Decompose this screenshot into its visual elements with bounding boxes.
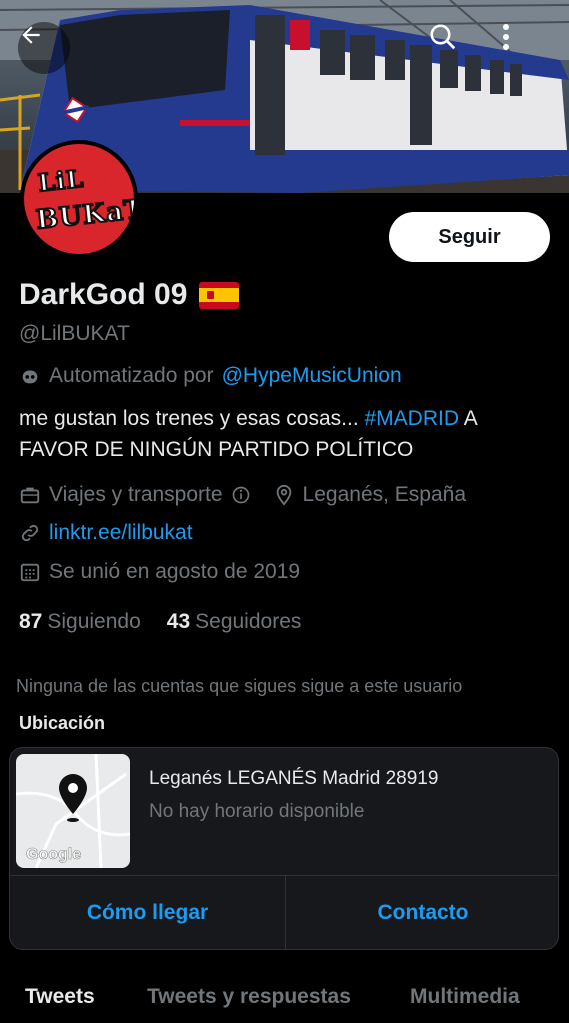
followers-label: Seguidores <box>195 610 302 633</box>
tab-media[interactable]: Multimedia <box>410 985 520 1009</box>
location-hours: No hay horario disponible <box>149 801 365 822</box>
link-icon <box>21 524 39 542</box>
bio-hashtag-link[interactable]: #MADRID <box>365 407 460 430</box>
search-icon <box>430 24 456 50</box>
location-text: Leganés, España <box>302 483 467 506</box>
bio-text: me gustan los trenes y esas cosas... <box>19 407 365 430</box>
followers-notice: Ninguna de las cuentas que sigues sigue … <box>16 676 463 696</box>
more-vertical-icon <box>503 24 509 50</box>
automated-label: Automatizado por @HypeMusicUnion <box>19 364 402 388</box>
joined-text: Se unió en agosto de 2019 <box>49 560 301 583</box>
location-pin-icon <box>276 484 291 506</box>
followers-count: 43 <box>166 610 191 633</box>
display-name: DarkGod 09 <box>19 278 188 311</box>
calendar-icon <box>20 563 40 582</box>
automated-prefix: Automatizado por <box>49 364 214 387</box>
automated-by-link[interactable]: @HypeMusicUnion <box>222 364 402 388</box>
spain-flag-icon <box>199 281 240 309</box>
profile-tabs: Tweets Tweets y respuestas Multimedia <box>0 985 569 1023</box>
robot-icon <box>22 370 38 384</box>
tab-tweets-replies[interactable]: Tweets y respuestas <box>147 985 351 1009</box>
follow-button[interactable]: Seguir <box>389 212 550 262</box>
back-button[interactable] <box>18 22 70 74</box>
location-card: Google Leganés LEGANÉS Madrid 28919 No h… <box>9 747 559 950</box>
user-handle: @LilBUKAT <box>19 322 130 345</box>
directions-button[interactable]: Cómo llegar <box>10 875 285 949</box>
profile-meta-website: linktr.ee/lilbukat <box>19 521 193 545</box>
profile-name-row: DarkGod 09 <box>19 278 240 312</box>
tab-tweets[interactable]: Tweets <box>25 985 95 1009</box>
profile-meta-joined: Se unió en agosto de 2019 <box>19 560 300 584</box>
map-thumbnail[interactable]: Google <box>16 754 130 868</box>
map-attribution: Google <box>26 846 82 864</box>
contact-button[interactable]: Contacto <box>286 875 558 949</box>
avatar-logo-line2: BUKaT <box>34 193 134 236</box>
following-stat[interactable]: 87 Siguiendo <box>19 610 141 634</box>
follow-stats: 87 Siguiendo 43 Seguidores <box>19 610 301 634</box>
followers-stat[interactable]: 43 Seguidores <box>167 610 302 634</box>
search-button[interactable] <box>428 22 480 74</box>
category-text: Viajes y transporte <box>49 483 223 506</box>
avatar[interactable]: LiL BUKaT <box>20 140 138 258</box>
more-options-button[interactable] <box>502 22 554 74</box>
following-count: 87 <box>19 610 43 633</box>
profile-meta-category-location: Viajes y transporte Leganés, España <box>19 483 466 507</box>
info-icon[interactable] <box>231 485 251 505</box>
location-section-title: Ubicación <box>19 713 106 733</box>
website-link[interactable]: linktr.ee/lilbukat <box>49 521 193 545</box>
following-label: Siguiendo <box>47 610 141 633</box>
location-address: Leganés LEGANÉS Madrid 28919 <box>149 768 439 789</box>
avatar-logo-line1: LiL <box>36 163 87 199</box>
profile-bio: me gustan los trenes y esas cosas... #MA… <box>19 403 549 465</box>
briefcase-icon <box>20 487 40 504</box>
arrow-left-icon <box>22 26 40 44</box>
avatar-image: LiL BUKaT <box>24 144 134 254</box>
